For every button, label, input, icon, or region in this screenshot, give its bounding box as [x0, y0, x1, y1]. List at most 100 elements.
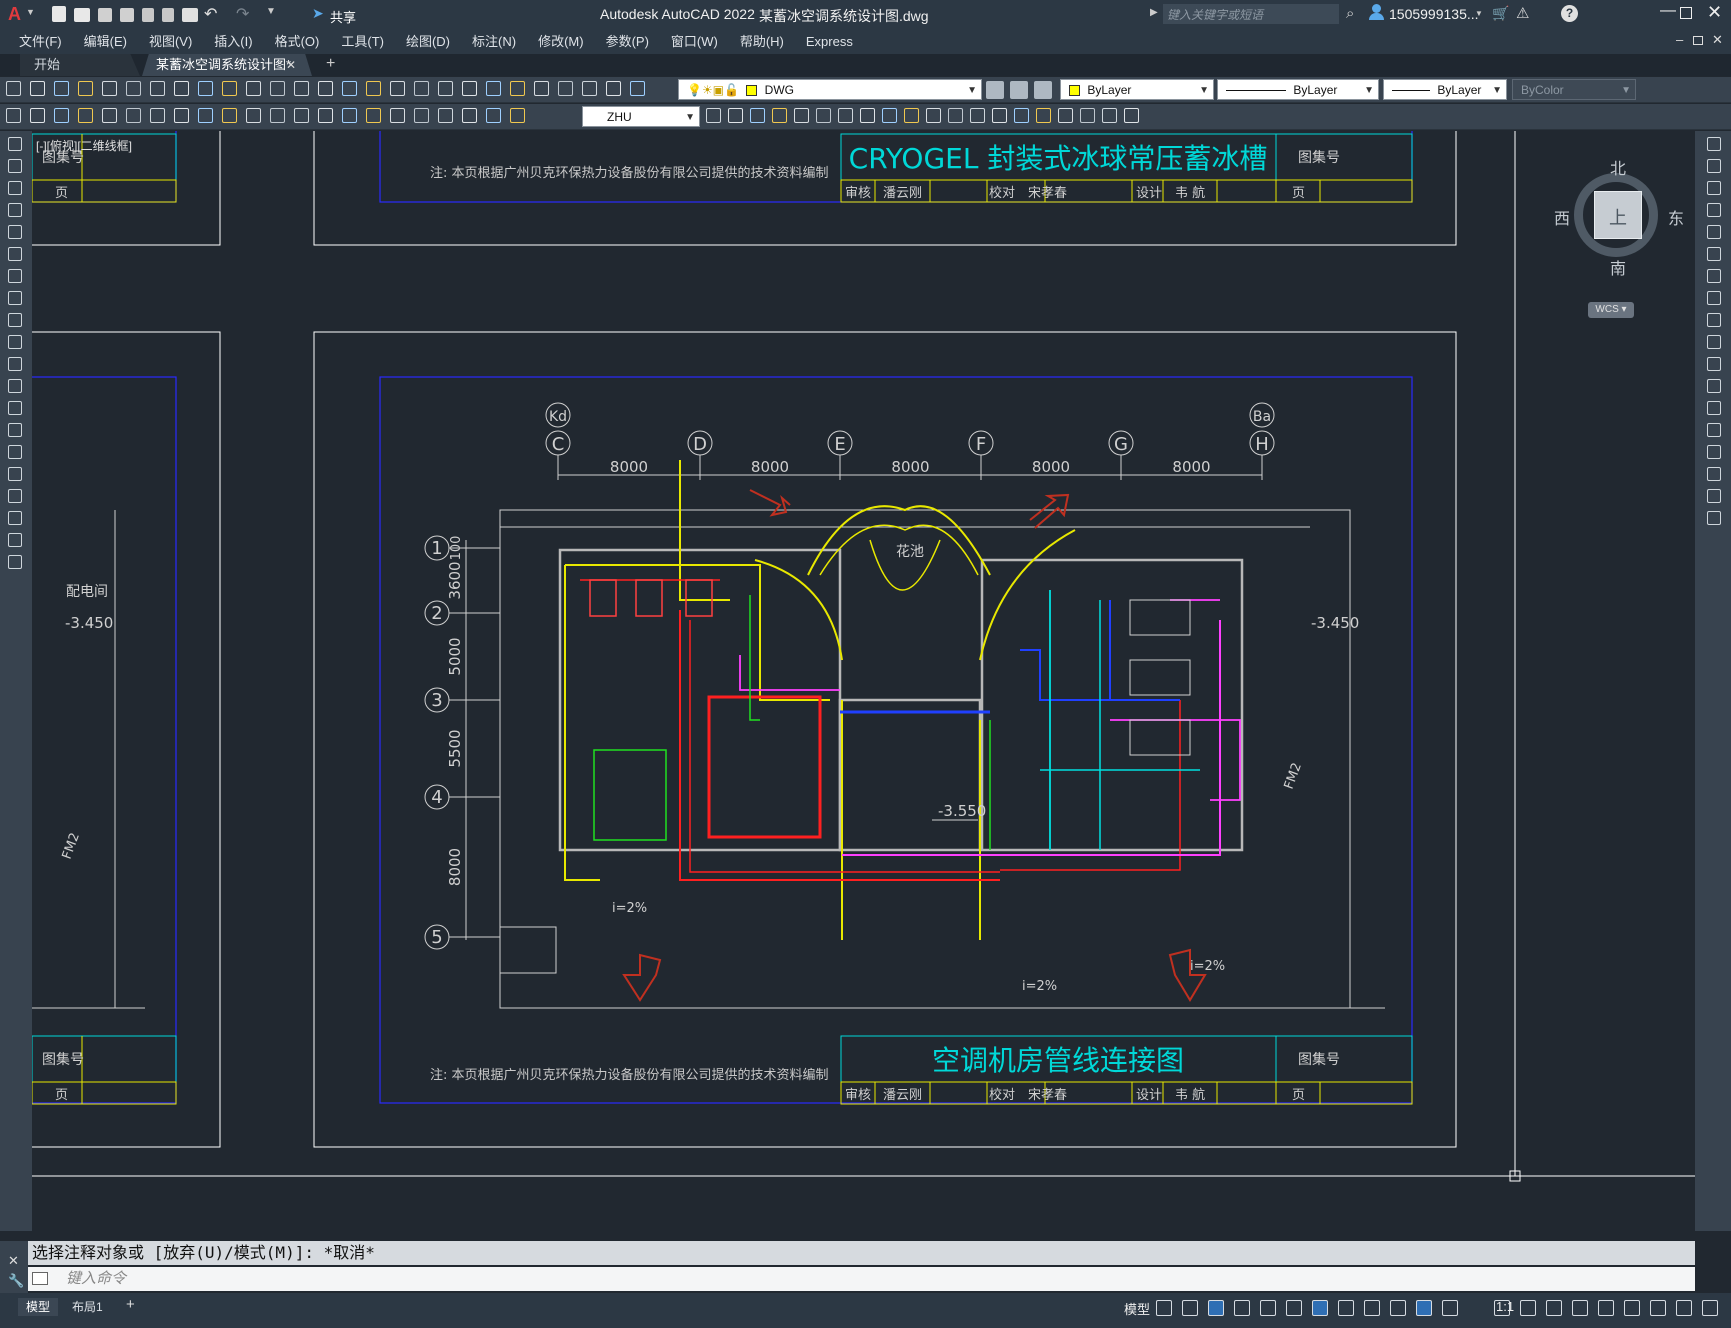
line-icon[interactable] [8, 137, 22, 151]
quick-calc-icon[interactable] [558, 81, 573, 96]
menu-draw[interactable]: 绘图(D) [395, 30, 461, 54]
redo-icon[interactable] [318, 81, 333, 96]
model-space-button[interactable]: 模型 [1124, 1299, 1150, 1318]
annotation-scale[interactable]: 1:1 [1496, 1299, 1514, 1314]
text-edit-icon[interactable] [6, 108, 21, 123]
menu-parametric[interactable]: 参数(P) [595, 30, 660, 54]
scale-icon[interactable] [838, 108, 853, 123]
wcs-menu[interactable]: WCS ▾ [1588, 302, 1634, 318]
viewcube-top-face[interactable]: 上 [1594, 191, 1642, 239]
polygon-icon[interactable] [8, 203, 22, 217]
move-icon[interactable] [1707, 247, 1721, 261]
annotation-visibility-icon[interactable] [1416, 1300, 1432, 1316]
break-icon[interactable] [926, 108, 941, 123]
help-icon[interactable]: ? [1561, 5, 1578, 22]
properties-icon[interactable] [438, 81, 453, 96]
command-customize-icon[interactable]: 🔧 [8, 1273, 24, 1289]
copy-obj-icon[interactable] [706, 108, 721, 123]
menu-modify[interactable]: 修改(M) [527, 30, 595, 54]
save-as-icon[interactable] [120, 8, 134, 22]
export-icon[interactable] [162, 8, 174, 22]
lineweight-dropdown[interactable]: ByLayer ▼ [1383, 79, 1507, 100]
menu-window[interactable]: 窗口(W) [660, 30, 729, 54]
join-icon[interactable] [948, 108, 963, 123]
quick-dim-icon[interactable] [246, 108, 261, 123]
polyline-icon[interactable] [8, 181, 22, 195]
trim-icon[interactable] [1707, 335, 1721, 349]
plotstyle-dropdown[interactable]: ByColor ▼ [1512, 79, 1636, 100]
help-icon[interactable] [582, 81, 597, 96]
viewcube-west[interactable]: 西 [1554, 205, 1570, 229]
break-at-point-icon[interactable] [1707, 379, 1721, 393]
arc-icon[interactable] [8, 247, 22, 261]
maximize-window-icon[interactable] [1680, 7, 1692, 19]
move-icon[interactable] [794, 108, 809, 123]
tab-start[interactable]: 开始 [20, 54, 140, 76]
close-window-icon[interactable]: ✕ [1707, 2, 1722, 23]
layout1-tab[interactable]: 布局1 [64, 1298, 111, 1316]
cut-icon[interactable] [174, 81, 189, 96]
ungroup-icon[interactable] [1102, 108, 1117, 123]
menu-help[interactable]: 帮助(H) [729, 30, 795, 54]
dim-diameter-icon[interactable] [198, 108, 213, 123]
search-icon[interactable]: ⌕ [1346, 5, 1354, 22]
lock-ui-icon[interactable] [1598, 1300, 1614, 1316]
menu-tools[interactable]: 工具(T) [330, 30, 395, 54]
break-icon[interactable] [1707, 401, 1721, 415]
open-file-icon[interactable] [74, 8, 90, 22]
layer-dropdown[interactable]: 💡☀▣🔓 DWG ▼ [678, 79, 982, 100]
quick-properties-icon[interactable] [1572, 1300, 1588, 1316]
selection-cycling-icon[interactable] [1390, 1300, 1406, 1316]
minimize-window-icon[interactable]: — [1660, 2, 1676, 20]
viewport-controls-label[interactable]: [-][俯视][二维线框] [36, 137, 132, 154]
explode-icon[interactable] [1707, 511, 1721, 525]
new-file-icon[interactable] [52, 6, 66, 22]
qnew-icon[interactable] [6, 81, 21, 96]
add-layout-icon[interactable]: + [126, 1296, 135, 1313]
model-layout-tab[interactable]: 模型 [18, 1298, 59, 1316]
doc-minimize-icon[interactable]: – [1676, 32, 1683, 47]
jogged-linear-icon[interactable] [438, 108, 453, 123]
color-dropdown[interactable]: ByLayer ▼ [1060, 79, 1214, 100]
trim-icon[interactable] [882, 108, 897, 123]
clean-screen-icon[interactable] [1676, 1300, 1692, 1316]
layer-previous-icon[interactable] [1034, 81, 1052, 99]
menu-file[interactable]: 文件(F) [8, 30, 73, 54]
web-mobile-icon[interactable] [142, 8, 154, 22]
point-icon[interactable] [8, 423, 22, 437]
region-icon[interactable] [8, 489, 22, 503]
doc-close-icon[interactable]: ✕ [1712, 32, 1723, 48]
hatch-icon[interactable] [8, 445, 22, 459]
dim-radius-icon[interactable] [150, 108, 165, 123]
ellipse-arc-icon[interactable] [8, 357, 22, 371]
polar-icon[interactable] [1234, 1300, 1250, 1316]
dim-baseline-icon[interactable] [270, 108, 285, 123]
transparency-icon[interactable] [1364, 1300, 1380, 1316]
fillet-icon[interactable] [992, 108, 1007, 123]
linetype-dropdown[interactable]: ByLayer ▼ [1217, 79, 1379, 100]
menu-express[interactable]: Express [795, 30, 864, 54]
mirror-icon[interactable] [728, 108, 743, 123]
gradient-icon[interactable] [8, 467, 22, 481]
customize-icon[interactable] [1702, 1300, 1718, 1316]
array-icon[interactable] [1707, 225, 1721, 239]
add-selected-icon[interactable] [8, 555, 22, 569]
dimension-style-icon[interactable] [30, 108, 45, 123]
blend-icon[interactable] [1707, 489, 1721, 503]
lineweight-icon[interactable] [1338, 1300, 1354, 1316]
copy-icon[interactable] [198, 81, 213, 96]
customize-qat-icon[interactable]: ▼ [266, 6, 276, 17]
dim-angular-icon[interactable] [222, 108, 237, 123]
grid-icon[interactable] [1156, 1300, 1172, 1316]
3d-print-icon[interactable] [150, 81, 165, 96]
scale-icon[interactable] [1707, 291, 1721, 305]
extend-icon[interactable] [904, 108, 919, 123]
menu-view[interactable]: 视图(V) [138, 30, 203, 54]
match-icon[interactable] [1058, 108, 1073, 123]
command-prompt-icon[interactable] [32, 1272, 48, 1285]
share-button[interactable]: 共享 [330, 7, 356, 26]
zoom-realtime-icon[interactable] [366, 81, 381, 96]
auto-scale-icon[interactable] [1442, 1300, 1458, 1316]
design-center-icon[interactable] [462, 81, 477, 96]
chamfer-icon[interactable] [1707, 445, 1721, 459]
